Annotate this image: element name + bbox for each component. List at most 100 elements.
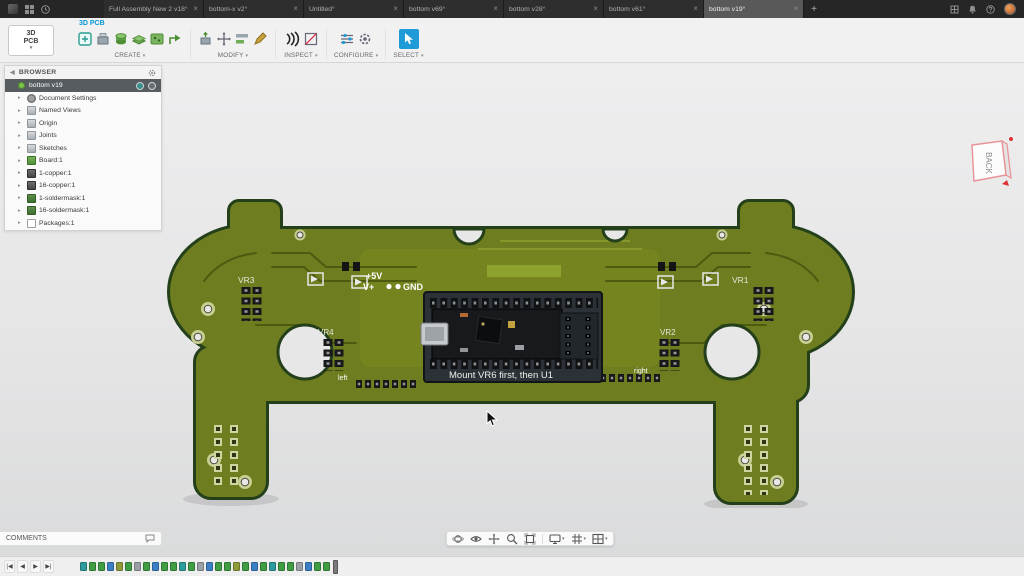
timeline-step-back-button[interactable]: ◀ bbox=[17, 560, 28, 573]
change-icon[interactable] bbox=[252, 31, 268, 47]
configure-group-label[interactable]: CONFIGURE▾ bbox=[334, 52, 378, 59]
timeline-feature-marker[interactable] bbox=[152, 562, 159, 571]
timeline-feature-marker[interactable] bbox=[143, 562, 150, 571]
close-icon[interactable]: × bbox=[193, 5, 198, 13]
collaboration-badge-icon[interactable] bbox=[136, 82, 144, 90]
browser-item-document-settings[interactable]: ▸ Document Settings bbox=[5, 92, 161, 105]
orbit-icon[interactable] bbox=[452, 533, 464, 545]
close-icon[interactable]: × bbox=[293, 5, 298, 13]
copper-pour-icon[interactable] bbox=[149, 31, 165, 47]
display-settings-button[interactable]: ▾ bbox=[549, 533, 565, 545]
timeline-feature-marker[interactable] bbox=[179, 562, 186, 571]
timeline-feature-marker[interactable] bbox=[314, 562, 321, 571]
doc-tab[interactable]: bottom v69° × bbox=[404, 0, 504, 18]
doc-tab[interactable]: bottom-x v2° × bbox=[204, 0, 304, 18]
visibility-badge-icon[interactable] bbox=[148, 82, 156, 90]
timeline-feature-marker[interactable] bbox=[233, 562, 240, 571]
extensions-icon[interactable] bbox=[950, 5, 959, 14]
section-analysis-icon[interactable] bbox=[303, 31, 319, 47]
timeline-feature-marker[interactable] bbox=[125, 562, 132, 571]
timeline-go-end-button[interactable]: ▶| bbox=[43, 560, 54, 573]
expand-arrow-icon[interactable]: ▸ bbox=[18, 208, 24, 214]
timeline-feature-marker[interactable] bbox=[260, 562, 267, 571]
close-icon[interactable]: × bbox=[693, 5, 698, 13]
timeline-feature-marker[interactable] bbox=[323, 562, 330, 571]
browser-item-joints[interactable]: ▸ Joints bbox=[5, 130, 161, 143]
timeline-feature-marker[interactable] bbox=[107, 562, 114, 571]
help-icon[interactable] bbox=[986, 5, 995, 14]
close-icon[interactable]: × bbox=[493, 5, 498, 13]
doc-tab[interactable]: bottom v28° × bbox=[504, 0, 604, 18]
browser-item-named-views[interactable]: ▸ Named Views bbox=[5, 105, 161, 118]
align-icon[interactable] bbox=[234, 31, 250, 47]
timeline-feature-marker[interactable] bbox=[197, 562, 204, 571]
browser-item-origin[interactable]: ▸ Origin bbox=[5, 117, 161, 130]
timeline-play-button[interactable]: ▶ bbox=[30, 560, 41, 573]
zoom-icon[interactable] bbox=[506, 533, 518, 545]
timeline-feature-marker[interactable] bbox=[89, 562, 96, 571]
expand-arrow-icon[interactable]: ▸ bbox=[18, 133, 24, 139]
route-trace-icon[interactable] bbox=[167, 31, 183, 47]
doc-tab[interactable]: Untitled° × bbox=[304, 0, 404, 18]
mcu-module[interactable] bbox=[421, 292, 602, 382]
timeline-feature-marker[interactable] bbox=[215, 562, 222, 571]
workspace-tab-3d-pcb[interactable]: 3D PCB bbox=[79, 20, 105, 27]
settings-gear-icon[interactable] bbox=[357, 31, 373, 47]
timeline-feature-marker[interactable] bbox=[188, 562, 195, 571]
doc-tab-active[interactable]: bottom v19° × bbox=[704, 0, 804, 18]
timeline-go-start-button[interactable]: |◀ bbox=[4, 560, 15, 573]
modify-group-label[interactable]: MODIFY▾ bbox=[218, 52, 248, 59]
pcb-3d-view[interactable]: VR3 VR1 VR4 VR2 +5V V+ GND Mount VR6 fir… bbox=[160, 196, 860, 508]
doc-tab[interactable]: bottom v61° × bbox=[604, 0, 704, 18]
expand-arrow-icon[interactable]: ▸ bbox=[18, 183, 24, 189]
new-pcb-icon[interactable] bbox=[77, 31, 93, 47]
viewports-button[interactable]: ▾ bbox=[592, 533, 608, 545]
push-pull-icon[interactable] bbox=[198, 31, 214, 47]
look-at-icon[interactable] bbox=[470, 533, 482, 545]
collapse-panel-icon[interactable]: ◀ bbox=[10, 69, 15, 76]
board-shape-icon[interactable] bbox=[131, 31, 147, 47]
recent-files-icon[interactable] bbox=[41, 5, 50, 14]
create-group-label[interactable]: CREATE▾ bbox=[115, 52, 146, 59]
select-group-label[interactable]: SELECT▾ bbox=[393, 52, 423, 59]
browser-item-sketches[interactable]: ▸ Sketches bbox=[5, 142, 161, 155]
comments-bar[interactable]: COMMENTS bbox=[0, 531, 162, 546]
rules-sliders-icon[interactable] bbox=[339, 31, 355, 47]
timeline-feature-marker[interactable] bbox=[269, 562, 276, 571]
expand-arrow-icon[interactable]: ▸ bbox=[18, 158, 24, 164]
viewcube[interactable]: BACK bbox=[958, 131, 1016, 189]
bell-icon[interactable] bbox=[968, 5, 977, 14]
expand-arrow-icon[interactable]: ▸ bbox=[18, 108, 24, 114]
comment-bubble-icon[interactable] bbox=[145, 534, 155, 543]
expand-arrow-icon[interactable]: ▸ bbox=[18, 120, 24, 126]
new-tab-button[interactable]: + bbox=[804, 0, 824, 18]
close-icon[interactable]: × bbox=[793, 5, 798, 13]
select-cursor-icon[interactable] bbox=[399, 29, 419, 49]
expand-arrow-icon[interactable]: ▸ bbox=[18, 95, 24, 101]
timeline-feature-marker[interactable] bbox=[206, 562, 213, 571]
apps-grid-icon[interactable] bbox=[25, 5, 34, 14]
inspect-group-label[interactable]: INSPECT▾ bbox=[284, 52, 317, 59]
new-component-icon[interactable] bbox=[95, 31, 111, 47]
timeline-feature-marker[interactable] bbox=[287, 562, 294, 571]
pan-icon[interactable] bbox=[488, 533, 500, 545]
measure-icon[interactable] bbox=[283, 31, 301, 47]
browser-item-1-soldermask[interactable]: ▸ 1-soldermask:1 bbox=[5, 192, 161, 205]
expand-arrow-icon[interactable]: ▸ bbox=[18, 220, 24, 226]
timeline-feature-marker[interactable] bbox=[278, 562, 285, 571]
browser-item-board[interactable]: ▸ Board:1 bbox=[5, 155, 161, 168]
via-icon[interactable] bbox=[113, 31, 129, 47]
timeline-feature-marker[interactable] bbox=[251, 562, 258, 571]
grid-snaps-button[interactable]: ▾ bbox=[571, 533, 587, 545]
timeline-feature-marker[interactable] bbox=[161, 562, 168, 571]
browser-root-item[interactable]: bottom v19 bbox=[5, 79, 161, 92]
expand-arrow-icon[interactable]: ▸ bbox=[18, 145, 24, 151]
close-icon[interactable]: × bbox=[593, 5, 598, 13]
panel-gear-icon[interactable] bbox=[148, 69, 156, 77]
timeline-feature-marker[interactable] bbox=[134, 562, 141, 571]
timeline-feature-marker[interactable] bbox=[296, 562, 303, 571]
timeline-feature-marker[interactable] bbox=[242, 562, 249, 571]
browser-item-16-soldermask[interactable]: ▸ 16-soldermask:1 bbox=[5, 205, 161, 218]
expand-arrow-icon[interactable]: ▸ bbox=[18, 195, 24, 201]
browser-item-16-copper[interactable]: ▸ 16-copper:1 bbox=[5, 180, 161, 193]
